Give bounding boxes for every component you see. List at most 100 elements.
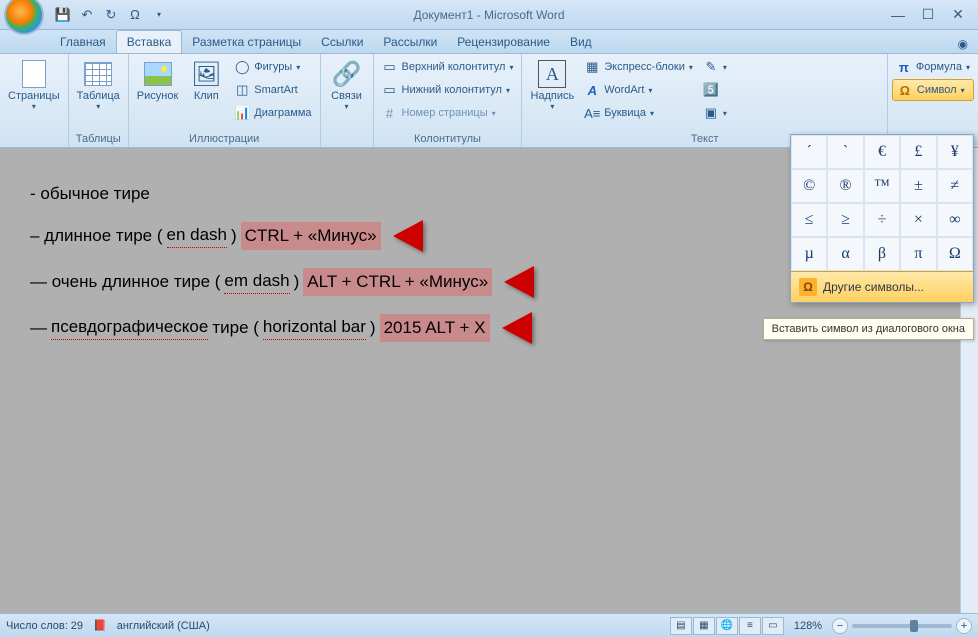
- zoom-thumb[interactable]: [910, 620, 918, 632]
- wordart-button[interactable]: AWordArt▾: [580, 79, 697, 101]
- fullscreen-view[interactable]: ▦: [693, 617, 715, 635]
- chart-button[interactable]: 📊Диаграмма: [230, 102, 315, 124]
- page-number-button[interactable]: #Номер страницы▾: [378, 102, 518, 124]
- ribbon-tabs: Главная Вставка Разметка страницы Ссылки…: [0, 30, 978, 54]
- omega-icon: Ω: [897, 82, 913, 98]
- symbol-cell[interactable]: α: [827, 237, 863, 271]
- print-layout-view[interactable]: ▤: [670, 617, 692, 635]
- picture-icon: [144, 62, 172, 86]
- undo-button[interactable]: ↶: [76, 4, 98, 26]
- textbox-button[interactable]: A Надпись ▾: [526, 56, 578, 113]
- clip-icon: 🖼: [190, 58, 222, 90]
- language-button[interactable]: английский (США): [117, 620, 210, 632]
- tooltip: Вставить символ из диалогового окна: [763, 318, 974, 340]
- title-bar: 💾 ↶ ↻ Ω ▾ Документ1 - Microsoft Word — ☐…: [0, 0, 978, 30]
- redo-button[interactable]: ↻: [100, 4, 122, 26]
- word-count[interactable]: Число слов: 29: [6, 620, 83, 632]
- symbol-cell[interactable]: β: [864, 237, 900, 271]
- outline-view[interactable]: ≡: [739, 617, 761, 635]
- symbol-cell[interactable]: Ω: [937, 237, 973, 271]
- header-button[interactable]: ▭Верхний колонтитул▾: [378, 56, 518, 78]
- symbol-cell[interactable]: ∞: [937, 203, 973, 237]
- symbol-cell[interactable]: π: [900, 237, 936, 271]
- save-button[interactable]: 💾: [52, 4, 74, 26]
- symbol-cell[interactable]: ™: [864, 169, 900, 203]
- zoom-in-button[interactable]: +: [956, 618, 972, 634]
- group-tables: Таблица ▾ Таблицы: [69, 54, 129, 147]
- status-bar: Число слов: 29 📕 английский (США) ▤ ▦ 🌐 …: [0, 613, 978, 637]
- symbol-cell[interactable]: £: [900, 135, 936, 169]
- group-headers: ▭Верхний колонтитул▾ ▭Нижний колонтитул▾…: [374, 54, 523, 147]
- zoom-track[interactable]: [852, 624, 952, 628]
- arrow-icon: [393, 220, 423, 252]
- pages-button[interactable]: Страницы ▾: [4, 56, 64, 113]
- office-button[interactable]: [4, 0, 44, 35]
- arrow-icon: [504, 266, 534, 298]
- tab-mailings[interactable]: Рассылки: [373, 31, 447, 53]
- clip-label: Клип: [194, 90, 219, 102]
- shapes-button[interactable]: ◯Фигуры▾: [230, 56, 315, 78]
- more-symbols-button[interactable]: Ω Другие символы...: [791, 271, 973, 302]
- tab-review[interactable]: Рецензирование: [447, 31, 560, 53]
- draft-view[interactable]: ▭: [762, 617, 784, 635]
- symbol-cell[interactable]: ≠: [937, 169, 973, 203]
- textbox-label: Надпись: [530, 90, 574, 102]
- symbol-cell[interactable]: ≥: [827, 203, 863, 237]
- tab-insert[interactable]: Вставка: [116, 30, 183, 53]
- web-view[interactable]: 🌐: [716, 617, 738, 635]
- more-symbols-label: Другие символы...: [823, 280, 924, 294]
- footer-button[interactable]: ▭Нижний колонтитул▾: [378, 79, 518, 101]
- group-illustrations: Рисунок 🖼 Клип ◯Фигуры▾ ◫SmartArt 📊Диагр…: [129, 54, 321, 147]
- symbol-cell[interactable]: ®: [827, 169, 863, 203]
- picture-label: Рисунок: [137, 90, 179, 102]
- signature-button[interactable]: ✎▾: [699, 56, 731, 78]
- table-label: Таблица: [77, 90, 120, 102]
- symbol-qat-button[interactable]: Ω: [124, 4, 146, 26]
- tab-references[interactable]: Ссылки: [311, 31, 373, 53]
- qat-more-icon[interactable]: ▾: [148, 4, 170, 26]
- symbol-cell[interactable]: ´: [791, 135, 827, 169]
- tab-home[interactable]: Главная: [50, 31, 116, 53]
- maximize-button[interactable]: ☐: [916, 5, 940, 25]
- highlight: CTRL + «Минус»: [241, 222, 381, 250]
- equation-button[interactable]: πФормула▾: [892, 56, 974, 78]
- zoom-level[interactable]: 128%: [794, 620, 822, 632]
- tables-group-label: Таблицы: [73, 131, 124, 147]
- window-controls: — ☐ ✕: [886, 5, 978, 25]
- symbol-cell[interactable]: ±: [900, 169, 936, 203]
- symbol-cell[interactable]: ¥: [937, 135, 973, 169]
- page-icon: [22, 60, 46, 88]
- symbol-cell[interactable]: ©: [791, 169, 827, 203]
- symbol-cell[interactable]: ÷: [864, 203, 900, 237]
- footer-icon: ▭: [382, 82, 398, 98]
- clipart-button[interactable]: 🖼 Клип: [184, 56, 228, 104]
- tab-view[interactable]: Вид: [560, 31, 602, 53]
- zoom-out-button[interactable]: −: [832, 618, 848, 634]
- symbol-cell[interactable]: ≤: [791, 203, 827, 237]
- close-button[interactable]: ✕: [946, 5, 970, 25]
- smartart-button[interactable]: ◫SmartArt: [230, 79, 315, 101]
- symbol-cell[interactable]: ×: [900, 203, 936, 237]
- symbol-dropdown: ´`€£¥ ©®™±≠ ≤≥÷×∞ µαβπΩ Ω Другие символы...: [790, 134, 974, 303]
- object-button[interactable]: ▣▾: [699, 102, 731, 124]
- symbol-button[interactable]: ΩСимвол▾: [892, 79, 974, 101]
- datetime-button[interactable]: 5️⃣: [699, 79, 731, 101]
- links-button[interactable]: 🔗 Связи ▾: [325, 56, 369, 113]
- dropcap-button[interactable]: A≡Буквица▾: [580, 102, 697, 124]
- table-button[interactable]: Таблица ▾: [73, 56, 124, 113]
- quick-access-toolbar: 💾 ↶ ↻ Ω ▾: [52, 4, 170, 26]
- proofing-icon[interactable]: 📕: [93, 619, 107, 632]
- pagenum-icon: #: [382, 105, 398, 121]
- minimize-button[interactable]: —: [886, 5, 910, 25]
- help-icon[interactable]: ◉: [948, 35, 978, 53]
- tab-page-layout[interactable]: Разметка страницы: [182, 31, 311, 53]
- quickparts-button[interactable]: ▦Экспресс-блоки▾: [580, 56, 697, 78]
- table-icon: [84, 62, 112, 86]
- zoom-slider[interactable]: − +: [832, 618, 972, 634]
- link-icon: 🔗: [331, 58, 363, 90]
- symbol-cell[interactable]: `: [827, 135, 863, 169]
- symbol-cell[interactable]: µ: [791, 237, 827, 271]
- symbol-cell[interactable]: €: [864, 135, 900, 169]
- illus-group-label: Иллюстрации: [133, 131, 316, 147]
- picture-button[interactable]: Рисунок: [133, 56, 183, 104]
